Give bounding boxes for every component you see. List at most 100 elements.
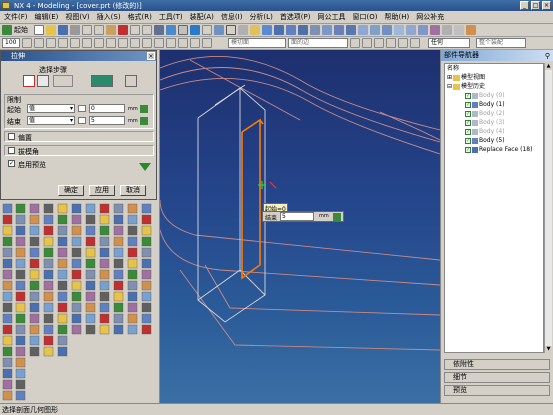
- tool-icon[interactable]: [15, 313, 26, 324]
- shell-icon[interactable]: [382, 25, 392, 35]
- tool-icon[interactable]: [15, 346, 26, 357]
- tool-icon[interactable]: [2, 247, 13, 258]
- start-value-input[interactable]: 0: [89, 104, 125, 113]
- tool-icon[interactable]: [113, 247, 124, 258]
- tool-icon[interactable]: [99, 280, 110, 291]
- tool-icon[interactable]: [99, 203, 110, 214]
- tool-icon[interactable]: [127, 291, 138, 302]
- sketch-icon[interactable]: [250, 25, 260, 35]
- tool-icon[interactable]: [2, 357, 13, 368]
- direction-step-icon[interactable]: [37, 75, 49, 87]
- tool-icon[interactable]: [57, 291, 68, 302]
- tool-icon[interactable]: [15, 203, 26, 214]
- tool-icon[interactable]: [15, 291, 26, 302]
- visibility-check-icon[interactable]: ✓: [465, 146, 471, 153]
- tool-icon[interactable]: [57, 247, 68, 258]
- tool-icon[interactable]: [141, 247, 152, 258]
- delete-icon[interactable]: [118, 25, 128, 35]
- tool-icon[interactable]: [99, 225, 110, 236]
- menu-file[interactable]: 文件(F): [4, 12, 28, 22]
- tool-icon[interactable]: [85, 203, 96, 214]
- tool-icon[interactable]: [113, 236, 124, 247]
- redo-icon[interactable]: [142, 25, 152, 35]
- tool-icon[interactable]: [127, 313, 138, 324]
- tool-icon[interactable]: [15, 335, 26, 346]
- tool-icon[interactable]: [57, 225, 68, 236]
- scope-combo[interactable]: 任何: [428, 38, 470, 48]
- tool-icon[interactable]: [85, 291, 96, 302]
- snap-existing-icon[interactable]: [410, 38, 420, 48]
- boss-icon[interactable]: [322, 25, 332, 35]
- tool-icon[interactable]: [15, 225, 26, 236]
- tool-icon[interactable]: [113, 203, 124, 214]
- tool-icon[interactable]: [71, 269, 82, 280]
- tool-icon[interactable]: [29, 346, 40, 357]
- tool-icon[interactable]: [141, 280, 152, 291]
- tool-icon[interactable]: [2, 324, 13, 335]
- reverse-direction-icon[interactable]: [125, 75, 137, 87]
- tool-icon[interactable]: [141, 302, 152, 313]
- visibility-check-icon[interactable]: ✓: [465, 92, 471, 99]
- visibility-check-icon[interactable]: ✓: [465, 128, 471, 135]
- tool-icon[interactable]: [141, 203, 152, 214]
- tool-icon[interactable]: [15, 390, 26, 401]
- tool-icon[interactable]: [57, 280, 68, 291]
- edge-blend-icon[interactable]: [358, 25, 368, 35]
- cylinder-icon[interactable]: [298, 25, 308, 35]
- tool-icon[interactable]: [99, 302, 110, 313]
- tool-icon[interactable]: [127, 236, 138, 247]
- tool-icon[interactable]: [99, 214, 110, 225]
- tool-icon[interactable]: [43, 313, 54, 324]
- trim-body-icon[interactable]: [430, 25, 440, 35]
- tool-icon[interactable]: [127, 203, 138, 214]
- menu-window[interactable]: 窗口(O): [353, 12, 378, 22]
- start-button[interactable]: 起始: [14, 25, 32, 35]
- tool-icon[interactable]: [29, 313, 40, 324]
- tool-icon[interactable]: [127, 324, 138, 335]
- tree-item-body-4[interactable]: ✓ Body (4): [465, 127, 505, 136]
- end-arrow-icon[interactable]: [140, 117, 148, 125]
- menu-assembly[interactable]: 装配(A): [190, 12, 214, 22]
- snap-midpoint-icon[interactable]: [362, 38, 372, 48]
- tool-icon[interactable]: [113, 313, 124, 324]
- tool-icon[interactable]: [127, 269, 138, 280]
- tree-item-body-0[interactable]: ✓ Body (0): [465, 91, 505, 100]
- tool-icon[interactable]: [2, 280, 13, 291]
- wireframe-view-icon[interactable]: [226, 25, 236, 35]
- menu-view[interactable]: 视图(V): [65, 12, 89, 22]
- tool-icon[interactable]: [71, 225, 82, 236]
- tool-icon[interactable]: [127, 258, 138, 269]
- bridge-curve-icon[interactable]: [154, 38, 164, 48]
- offset-curve-icon[interactable]: [118, 38, 128, 48]
- zoom-out-icon[interactable]: [34, 38, 44, 48]
- tool-icon[interactable]: [141, 291, 152, 302]
- tool-icon[interactable]: [85, 269, 96, 280]
- tool-icon[interactable]: [141, 214, 152, 225]
- tool-icon[interactable]: [29, 280, 40, 291]
- pocket-icon[interactable]: [334, 25, 344, 35]
- menu-wanggong-extra[interactable]: 网公补充: [416, 12, 444, 22]
- tool-icon[interactable]: [141, 236, 152, 247]
- menu-tools[interactable]: 工具(T): [159, 12, 183, 22]
- tool-icon[interactable]: [29, 324, 40, 335]
- subtract-icon[interactable]: [406, 25, 416, 35]
- tool-icon[interactable]: [113, 258, 124, 269]
- tool-icon[interactable]: [29, 269, 40, 280]
- tool-icon[interactable]: [85, 302, 96, 313]
- tool-icon[interactable]: [99, 247, 110, 258]
- cancel-button[interactable]: 取消: [120, 185, 146, 196]
- tool-icon[interactable]: [127, 214, 138, 225]
- tool-icon[interactable]: [85, 313, 96, 324]
- snap-endpoint-icon[interactable]: [350, 38, 360, 48]
- scroll-down-icon[interactable]: ▼: [545, 346, 552, 353]
- tool-icon[interactable]: [113, 324, 124, 335]
- tool-icon[interactable]: [43, 346, 54, 357]
- visibility-check-icon[interactable]: ✓: [465, 110, 471, 117]
- extrude-end-handle-arrow-icon[interactable]: [333, 213, 341, 221]
- tool-icon[interactable]: [113, 302, 124, 313]
- tree-item-body-5[interactable]: ✓ Body (5): [465, 136, 505, 145]
- tool-icon[interactable]: [71, 291, 82, 302]
- tool-icon[interactable]: [2, 291, 13, 302]
- tool-icon[interactable]: [2, 346, 13, 357]
- tool-icon[interactable]: [29, 214, 40, 225]
